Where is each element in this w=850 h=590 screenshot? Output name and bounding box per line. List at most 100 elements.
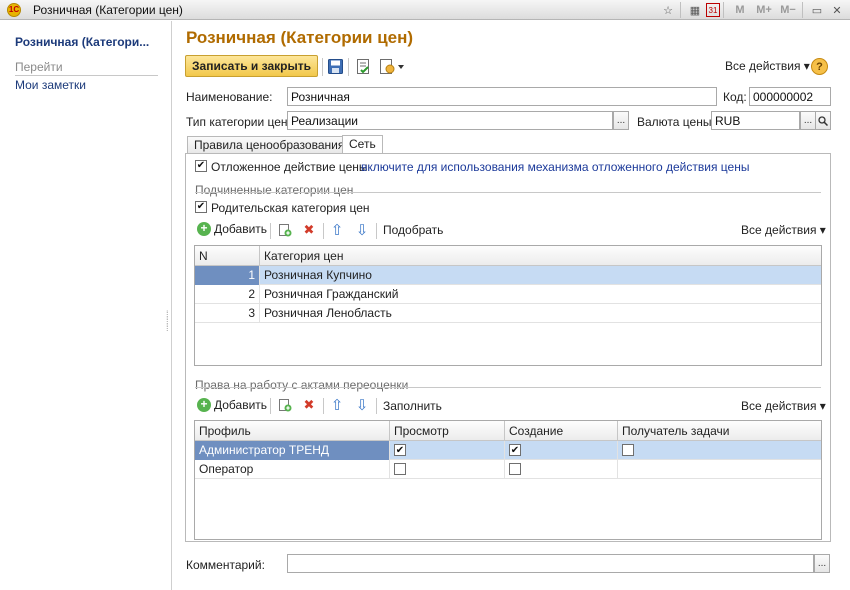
category-type-select-button[interactable]: ...: [613, 111, 629, 130]
move-down-icon[interactable]: ⇩: [355, 222, 369, 239]
tab-pricing-rules[interactable]: Правила ценообразования: [187, 136, 352, 153]
table-row[interactable]: 3 Розничная Ленобласть: [195, 304, 821, 323]
column-header-view[interactable]: Просмотр: [390, 421, 505, 441]
add-plus-icon: +: [197, 398, 211, 412]
copy-icon[interactable]: [278, 223, 292, 237]
table-header: N Категория цен: [195, 246, 821, 266]
pick-button[interactable]: Подобрать: [383, 223, 443, 237]
divider: [195, 192, 821, 193]
divider: [802, 2, 803, 18]
add-plus-icon: +: [197, 222, 211, 236]
create-checkbox[interactable]: [509, 463, 521, 475]
table-row[interactable]: Оператор: [195, 460, 821, 479]
form-title: Розничная (Категории цен): [186, 28, 414, 47]
view-checkbox[interactable]: ✔: [394, 444, 406, 456]
divider: [195, 387, 821, 388]
categories-all-actions-menu[interactable]: Все действия ▾: [741, 223, 826, 237]
calculator-icon[interactable]: ▦: [686, 2, 704, 18]
post-document-icon[interactable]: [355, 58, 371, 74]
calendar-icon[interactable]: 31: [706, 3, 720, 17]
divider: [323, 223, 324, 239]
create-based-on-icon[interactable]: [379, 58, 405, 74]
memory-minus-button[interactable]: M−: [777, 2, 799, 18]
comment-field[interactable]: [287, 554, 814, 573]
fill-button[interactable]: Заполнить: [383, 399, 442, 413]
tab-network[interactable]: Сеть: [342, 135, 383, 153]
rights-add-button[interactable]: + Добавить: [197, 398, 267, 412]
rights-all-actions-menu[interactable]: Все действия ▾: [741, 399, 826, 413]
column-header-profile[interactable]: Профиль: [195, 421, 390, 441]
column-header-task-recipient[interactable]: Получатель задачи: [618, 421, 821, 441]
table-row[interactable]: 1 Розничная Купчино: [195, 266, 821, 285]
divider: [322, 58, 323, 76]
currency-select-button[interactable]: ...: [800, 111, 816, 130]
move-up-icon[interactable]: ⇧: [330, 222, 344, 239]
nav-my-notes-link[interactable]: Мои заметки: [15, 78, 86, 92]
revaluation-section-title: Права на работу с актами переоценки: [195, 378, 409, 392]
row-number: 2: [195, 285, 260, 304]
copy-icon[interactable]: [278, 398, 292, 412]
divider: [348, 58, 349, 76]
row-view-cell: [390, 460, 505, 479]
task-recipient-checkbox[interactable]: [622, 444, 634, 456]
rights-table[interactable]: Профиль Просмотр Создание Получатель зад…: [194, 420, 822, 540]
save-disk-icon[interactable]: [327, 58, 343, 74]
deferred-action-label: Отложенное действие цены: [211, 160, 368, 174]
parent-category-checkbox[interactable]: ✔: [195, 201, 207, 213]
column-header-n[interactable]: N: [195, 246, 260, 266]
table-header: Профиль Просмотр Создание Получатель зад…: [195, 421, 821, 441]
window-titlebar: 1С Розничная (Категории цен) ☆ ▦ 31 M M+…: [0, 0, 850, 20]
comment-label: Комментарий:: [186, 558, 265, 572]
categories-add-label: Добавить: [214, 222, 268, 236]
row-profile: Оператор: [195, 460, 390, 479]
restore-window-icon[interactable]: ▭: [808, 2, 826, 18]
code-label: Код:: [723, 90, 747, 104]
column-header-category[interactable]: Категория цен: [260, 246, 821, 266]
sub-categories-section-title: Подчиненные категории цен: [195, 183, 354, 197]
deferred-action-checkbox[interactable]: ✔: [195, 160, 207, 172]
row-number: 3: [195, 304, 260, 323]
row-category-name: Розничная Ленобласть: [264, 306, 392, 320]
favorite-star-icon[interactable]: ☆: [659, 2, 677, 18]
comment-select-button[interactable]: ...: [814, 554, 830, 573]
move-down-icon[interactable]: ⇩: [355, 397, 369, 414]
window-title: Розничная (Категории цен): [33, 2, 183, 17]
row-view-cell: ✔: [390, 441, 505, 460]
create-checkbox[interactable]: ✔: [509, 444, 521, 456]
code-field[interactable]: 000000002: [749, 87, 831, 106]
row-profile: Администратор ТРЕНД: [195, 441, 390, 460]
form-all-actions-menu[interactable]: Все действия ▾: [725, 59, 810, 73]
categories-delete-icon[interactable]: ✖: [302, 222, 316, 237]
name-field[interactable]: Розничная: [287, 87, 717, 106]
nav-form-title[interactable]: Розничная (Категори...: [15, 35, 149, 49]
rights-delete-icon[interactable]: ✖: [302, 397, 316, 412]
divider: [376, 398, 377, 414]
currency-field[interactable]: RUB: [711, 111, 800, 130]
column-header-create[interactable]: Создание: [505, 421, 618, 441]
table-row[interactable]: 2 Розничная Гражданский: [195, 285, 821, 304]
row-recipient-cell: [618, 460, 821, 479]
row-recipient-cell: [618, 441, 821, 460]
help-icon[interactable]: ?: [811, 58, 828, 75]
app-logo-icon: 1С: [7, 2, 21, 17]
divider: [680, 2, 681, 18]
categories-add-button[interactable]: + Добавить: [197, 222, 267, 236]
category-type-field[interactable]: Реализации: [287, 111, 613, 130]
currency-search-icon[interactable]: [815, 111, 831, 130]
save-and-close-button[interactable]: Записать и закрыть: [185, 55, 318, 77]
close-window-icon[interactable]: ✕: [828, 2, 846, 18]
move-up-icon[interactable]: ⇧: [330, 397, 344, 414]
deferred-action-link[interactable]: включите для использования механизма отл…: [361, 160, 749, 174]
categories-table[interactable]: N Категория цен 1 Розничная Купчино 2 Ро…: [194, 245, 822, 366]
currency-label: Валюта цены:: [637, 115, 715, 129]
memory-plus-button[interactable]: M+: [753, 2, 775, 18]
memory-m-button[interactable]: M: [729, 2, 751, 18]
divider: [723, 2, 724, 18]
view-checkbox[interactable]: [394, 463, 406, 475]
parent-category-label: Родительская категория цен: [211, 201, 370, 215]
table-row[interactable]: Администратор ТРЕНД ✔ ✔: [195, 441, 821, 460]
row-category-name: Розничная Гражданский: [264, 287, 399, 301]
panel-splitter-handle[interactable]: ⁞ ⁞ ⁞: [166, 310, 170, 341]
nav-goto-header: Перейти: [15, 60, 158, 76]
divider: [323, 398, 324, 414]
